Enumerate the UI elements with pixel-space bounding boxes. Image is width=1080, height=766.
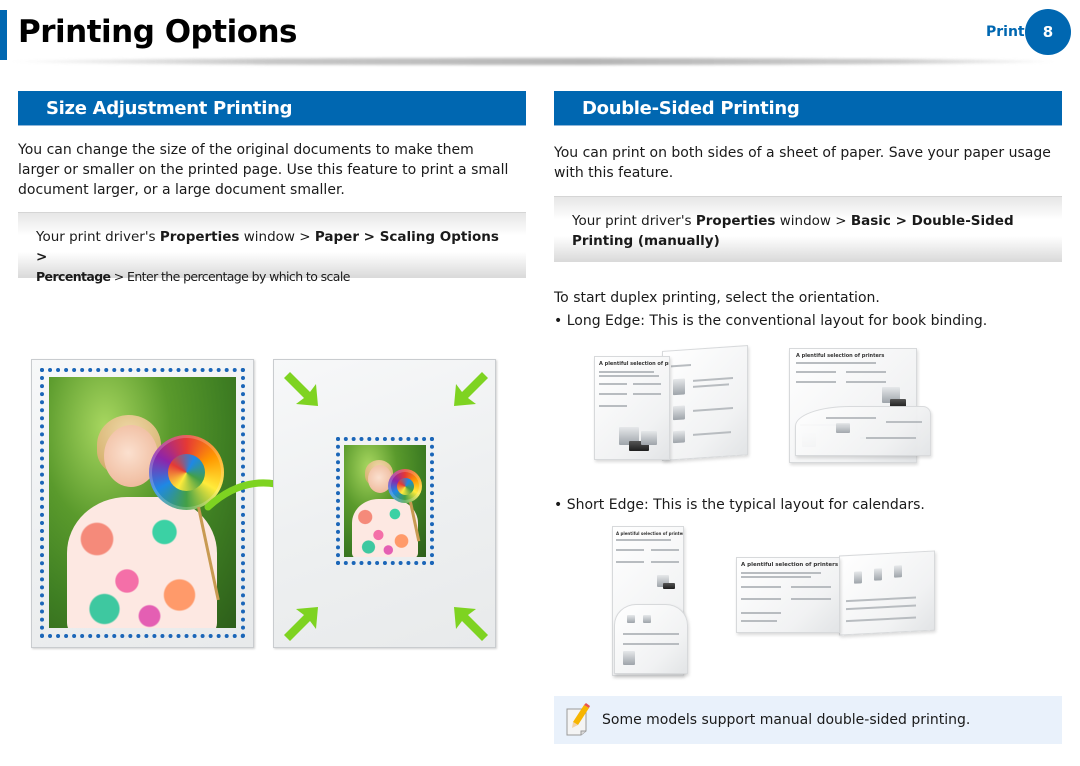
note-text: Some models support manual double-sided … [602,712,971,728]
path-text: window > [775,213,851,229]
page-header: Printing Options Print 8 [0,0,1080,66]
brochure-title: A plentiful selection of printers [616,531,684,536]
path-text: Your print driver's [572,213,696,229]
brochure-title: A plentiful selection of printers [796,353,885,359]
path-paper: Paper [314,229,359,245]
path-properties: Properties [695,213,776,229]
header-accent-bar [0,10,7,60]
page-number-badge: 8 [1025,9,1071,55]
arrow-inward-top-right-icon [454,372,488,406]
double-sided-heading: Double-Sided Printing [554,91,1062,126]
size-adjustment-heading: Size Adjustment Printing [18,91,526,126]
path-separator: > [36,249,48,265]
path-text: Your print driver's [36,229,160,245]
long-edge-description: • Long Edge: This is the conventional la… [554,313,988,329]
path-separator: > [358,229,380,245]
short-edge-description: • Short Edge: This is the typical layout… [554,497,925,513]
orientation-intro: To start duplex printing, select the ori… [554,290,880,306]
double-sided-path-box: Your print driver's Properties window > … [554,196,1062,262]
size-adjustment-path-box: Your print driver's Properties window > … [18,212,526,284]
long-edge-example-open: A plentiful selection of printers [592,340,752,465]
path-text: window > [239,229,315,245]
short-edge-example-flip: A plentiful selection of printers [608,524,693,682]
note-box: Some models support manual double-sided … [554,696,1062,744]
scaled-photo [344,445,426,557]
path-percentage: Percentage [36,269,111,284]
brochure-title: A plentiful selection of printers [599,361,669,367]
page-title: Printing Options [18,14,298,50]
long-edge-example-folded: A plentiful selection of printers [785,346,935,468]
arrow-inward-bottom-right-icon [454,607,488,641]
note-pencil-icon [566,703,590,736]
double-sided-description: You can print on both sides of a sheet o… [554,145,1051,181]
header-divider [7,58,1057,65]
path-text: > Enter the percentage by which to scale [110,269,351,284]
short-edge-example-landscape: A plentiful selection of printers [734,545,939,637]
path-separator: > [890,213,912,229]
path-properties: Properties [159,229,240,245]
arrow-inward-bottom-left-icon [284,607,318,641]
path-basic: Basic [850,213,891,229]
brochure-title: A plentiful selection of printers [741,562,839,568]
arrow-inward-top-left-icon [284,372,318,406]
size-adjustment-description: You can change the size of the original … [18,142,509,198]
section-link-print[interactable]: Print [986,24,1025,40]
path-scaling-options: Scaling Options [379,229,499,245]
